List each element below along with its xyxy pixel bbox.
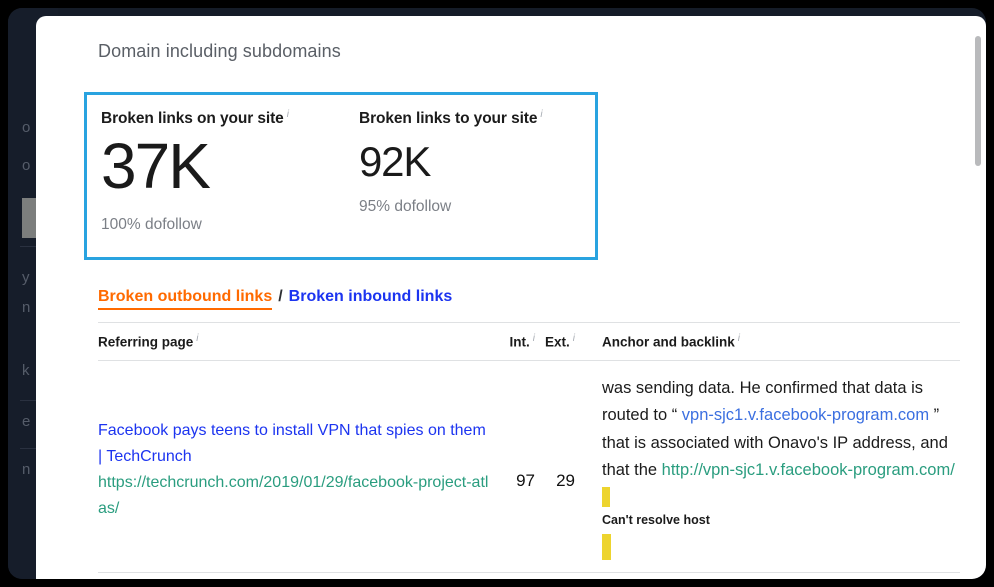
table-row-divider xyxy=(98,572,960,573)
referring-page-title-link[interactable]: Facebook pays teens to install VPN that … xyxy=(98,418,493,470)
metric-broken-links-to-site: Broken links to your site i 92K 95% dofol… xyxy=(359,109,579,257)
cell-ext-count: 29 xyxy=(556,471,575,490)
info-icon[interactable]: i xyxy=(738,333,740,344)
anchor-text-link[interactable]: vpn-sjc1.v.facebook-program.com xyxy=(682,406,929,424)
info-icon[interactable]: i xyxy=(287,109,289,120)
sidebar-ghost-text: n xyxy=(22,299,31,316)
column-header-label: Referring page xyxy=(98,334,194,350)
metric-label-text: Broken links to your site xyxy=(359,110,538,128)
sidebar-ghost-text: e xyxy=(22,413,31,430)
links-tabs: Broken outbound links / Broken inbound lin… xyxy=(98,288,453,310)
tab-separator: / xyxy=(278,288,283,305)
tab-broken-inbound-links[interactable]: Broken inbound links xyxy=(289,288,453,305)
metric-value: 37K xyxy=(101,130,211,203)
sidebar-ghost-text: o xyxy=(22,157,31,174)
metric-label: Broken links on your site i xyxy=(101,109,359,128)
column-header-int[interactable]: Int. i xyxy=(493,333,535,350)
column-header-anchor-and-backlink[interactable]: Anchor and backlink i xyxy=(575,333,960,350)
metric-broken-links-on-site: Broken links on your site i 37K 100% dofo… xyxy=(101,109,359,257)
app-window: o o y n k e n Domain including subdomain… xyxy=(8,8,986,579)
broken-links-table: Referring page i Int. i Ext. i Anchor and b… xyxy=(98,322,960,570)
referring-page-url-link[interactable]: https://techcrunch.com/2019/01/29/facebo… xyxy=(98,470,493,522)
cell-referring-page: Facebook pays teens to install VPN that … xyxy=(98,373,493,560)
sidebar-ghost-text: y xyxy=(22,269,30,286)
page-title: Domain including subdomains xyxy=(98,41,341,61)
metric-label-text: Broken links on your site xyxy=(101,110,284,128)
sidebar-ghost-text: n xyxy=(22,461,31,478)
metric-value: 92K xyxy=(359,138,431,186)
sidebar-ghost-text: o xyxy=(22,119,31,136)
cell-anchor-and-backlink: was sending data. He confirmed that data… xyxy=(575,373,960,560)
tab-broken-outbound-links[interactable]: Broken outbound links xyxy=(98,288,273,310)
error-note: Can't resolve host xyxy=(602,512,710,527)
vertical-scrollbar[interactable] xyxy=(975,22,984,573)
metric-subtext: 95% dofollow xyxy=(359,198,452,216)
broken-links-summary-box: Broken links on your site i 37K 100% dofo… xyxy=(84,92,598,260)
metric-subtext: 100% dofollow xyxy=(101,215,202,233)
report-card: Domain including subdomains Broken links… xyxy=(36,16,986,579)
column-header-label: Ext. xyxy=(545,334,570,350)
screenshot-root: o o y n k e n Domain including subdomain… xyxy=(0,0,994,587)
text-highlight-marker xyxy=(602,533,611,560)
backlink-url-link[interactable]: http://vpn-sjc1.v.facebook-program.com/ xyxy=(662,461,955,479)
cell-int-count: 97 xyxy=(516,471,535,490)
column-header-ext[interactable]: Ext. i xyxy=(535,333,575,350)
info-icon[interactable]: i xyxy=(540,109,542,120)
table-header-row: Referring page i Int. i Ext. i Anchor and b… xyxy=(98,323,960,360)
info-icon[interactable]: i xyxy=(196,333,198,344)
metric-label: Broken links to your site i xyxy=(359,109,579,128)
report-card-body: Domain including subdomains Broken links… xyxy=(36,16,986,579)
table-row: Facebook pays teens to install VPN that … xyxy=(98,361,960,570)
column-header-label: Int. xyxy=(509,334,530,350)
column-header-referring-page[interactable]: Referring page i xyxy=(98,333,493,350)
sidebar-ghost-text: k xyxy=(22,362,30,379)
scrollbar-thumb[interactable] xyxy=(975,36,981,166)
text-highlight-marker xyxy=(602,486,610,507)
column-header-label: Anchor and backlink xyxy=(602,334,735,350)
